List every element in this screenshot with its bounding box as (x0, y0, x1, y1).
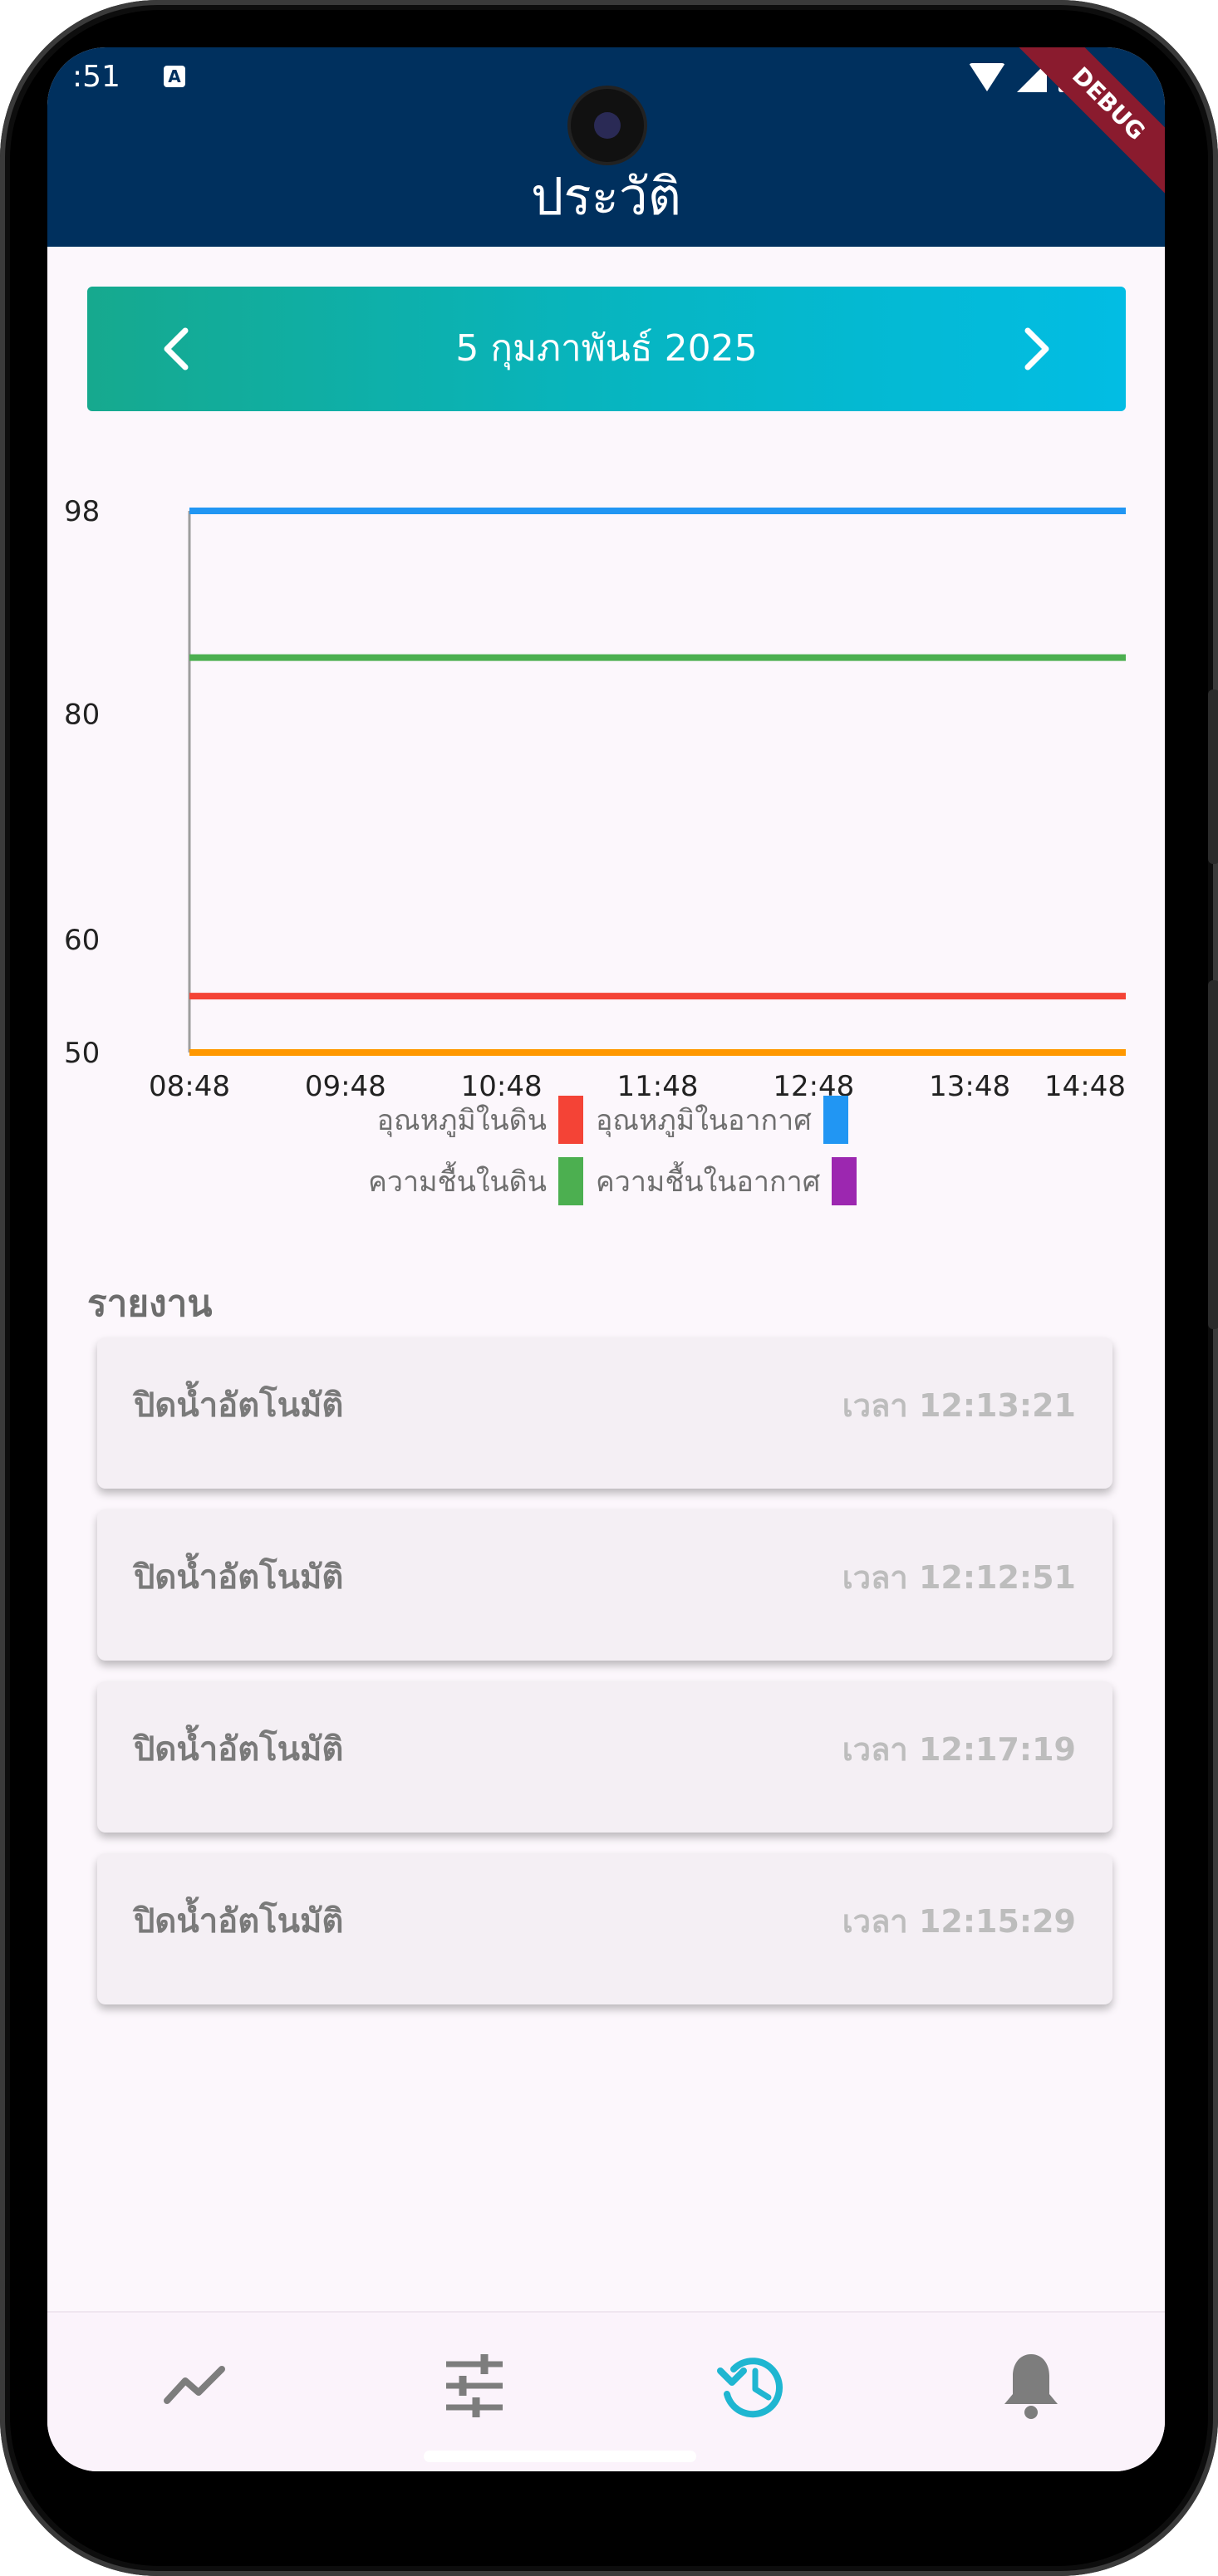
phone-frame: :51 A DEBUG ประวัติ 5 กุมภาพันธ์ 2025 50… (0, 0, 1218, 2576)
x-tick-label: 13:48 (929, 1070, 1010, 1103)
power-button (1208, 980, 1218, 1329)
trending-line-icon[interactable] (155, 2346, 235, 2426)
page-title: ประวัติ (530, 166, 682, 227)
legend-label: อุณหภูมิในอากาศ (596, 1104, 812, 1137)
current-date: 5 กุมภาพันธ์ 2025 (455, 327, 758, 370)
home-indicator (424, 2451, 696, 2462)
report-item-time: เวลา 12:15:29 (842, 1903, 1076, 1940)
report-item-label: ปิดน้ำอัตโนมัติ (134, 1558, 344, 1597)
sensor-line-chart: 5060809808:48 09:48 10:48 11:48 12:48 13:48 14… (64, 495, 1126, 1103)
legend-swatch (823, 1096, 848, 1144)
date-navigator: 5 กุมภาพันธ์ 2025 (87, 287, 1126, 411)
sliders-icon[interactable] (435, 2346, 514, 2426)
legend-item-air-temp: อุณหภูมิในอากาศ (596, 1096, 848, 1144)
y-tick-label: 60 (64, 924, 100, 957)
bell-icon[interactable] (991, 2346, 1071, 2426)
report-heading: รายงาน (87, 1283, 213, 1325)
y-tick-label: 98 (64, 495, 100, 528)
x-tick-label: 08:48 (149, 1070, 230, 1103)
legend-swatch (558, 1096, 583, 1144)
y-tick-label: 80 (64, 699, 100, 732)
legend-swatch (558, 1157, 583, 1205)
x-tick-label: 14:48 (1044, 1070, 1126, 1103)
wifi-icon (969, 63, 1005, 91)
chevron-left-icon[interactable] (154, 324, 204, 374)
bottom-navigation (47, 2311, 1165, 2471)
legend-label: อุณหภูมิในดิน (376, 1104, 547, 1137)
y-tick-label: 50 (64, 1037, 100, 1070)
legend-item-air-humidity: ความชื้นในอากาศ (596, 1157, 857, 1205)
history-icon[interactable] (712, 2346, 792, 2426)
chevron-right-icon[interactable] (1009, 324, 1059, 374)
report-item[interactable]: ปิดน้ำอัตโนมัติ เวลา 12:13:21 (97, 1337, 1112, 1489)
x-tick-label: 09:48 (305, 1070, 386, 1103)
report-item[interactable]: ปิดน้ำอัตโนมัติ เวลา 12:15:29 (97, 1853, 1112, 2004)
legend-swatch (832, 1157, 857, 1205)
volume-button (1208, 689, 1218, 864)
notification-a-icon: A (164, 66, 185, 87)
legend-label: ความชื้นในอากาศ (596, 1165, 821, 1199)
report-item-time: เวลา 12:13:21 (842, 1387, 1076, 1424)
report-item-label: ปิดน้ำอัตโนมัติ (134, 1902, 344, 1941)
report-item-label: ปิดน้ำอัตโนมัติ (134, 1386, 344, 1425)
legend-item-soil-moisture: ความชื้นในดิน (368, 1157, 583, 1205)
status-time: :51 (72, 60, 120, 94)
report-item[interactable]: ปิดน้ำอัตโนมัติ เวลา 12:12:51 (97, 1509, 1112, 1661)
legend-label: ความชื้นในดิน (368, 1165, 547, 1199)
app-bar: :51 A DEBUG ประวัติ (47, 47, 1165, 247)
report-item-time: เวลา 12:17:19 (842, 1731, 1076, 1768)
report-item[interactable]: ปิดน้ำอัตโนมัติ เวลา 12:17:19 (97, 1681, 1112, 1833)
report-item-time: เวลา 12:12:51 (842, 1559, 1076, 1596)
front-camera (571, 89, 644, 162)
legend-item-soil-temp: อุณหภูมิในดิน (377, 1096, 583, 1144)
report-item-label: ปิดน้ำอัตโนมัติ (134, 1730, 344, 1769)
app-screen: :51 A DEBUG ประวัติ 5 กุมภาพันธ์ 2025 50… (47, 47, 1165, 2471)
